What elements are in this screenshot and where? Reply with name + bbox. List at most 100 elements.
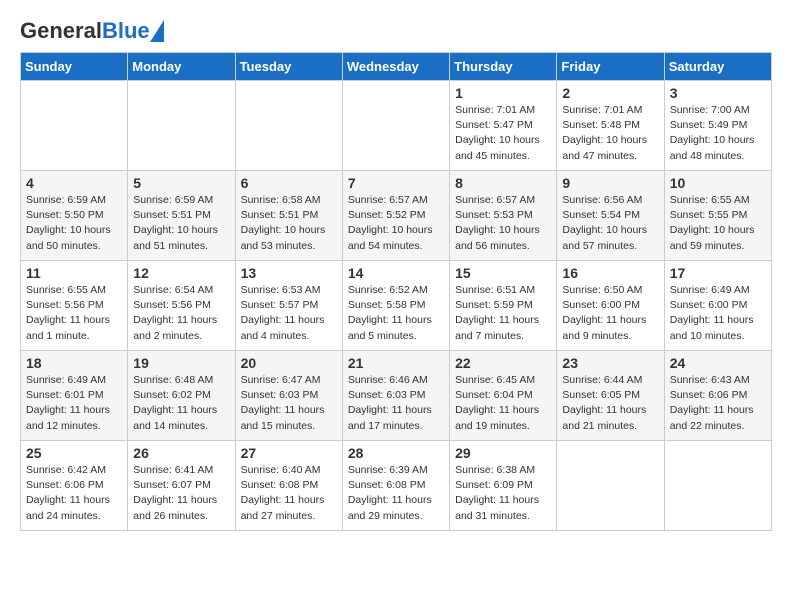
day-number: 9: [562, 175, 658, 191]
calendar-cell: [664, 441, 771, 531]
calendar-week-row: 4 Sunrise: 6:59 AMSunset: 5:50 PMDaylight…: [21, 171, 772, 261]
calendar-cell: 7 Sunrise: 6:57 AMSunset: 5:52 PMDaylight…: [342, 171, 449, 261]
calendar-table: SundayMondayTuesdayWednesdayThursdayFrid…: [20, 52, 772, 531]
logo-general: General: [20, 18, 102, 43]
calendar-cell: [342, 81, 449, 171]
calendar-cell: [235, 81, 342, 171]
calendar-cell: 21 Sunrise: 6:46 AMSunset: 6:03 PMDayligh…: [342, 351, 449, 441]
day-number: 3: [670, 85, 766, 101]
day-info: Sunrise: 6:53 AMSunset: 5:57 PMDaylight:…: [241, 283, 337, 344]
calendar-cell: 23 Sunrise: 6:44 AMSunset: 6:05 PMDayligh…: [557, 351, 664, 441]
day-info: Sunrise: 6:59 AMSunset: 5:50 PMDaylight:…: [26, 193, 122, 254]
day-number: 16: [562, 265, 658, 281]
day-info: Sunrise: 6:44 AMSunset: 6:05 PMDaylight:…: [562, 373, 658, 434]
calendar-cell: 20 Sunrise: 6:47 AMSunset: 6:03 PMDayligh…: [235, 351, 342, 441]
calendar-cell: 24Sunrise: 6:43 AMSunset: 6:06 PMDayligh…: [664, 351, 771, 441]
day-number: 14: [348, 265, 444, 281]
day-number: 6: [241, 175, 337, 191]
calendar-cell: 1Sunrise: 7:01 AMSunset: 5:47 PMDaylight…: [450, 81, 557, 171]
day-number: 12: [133, 265, 229, 281]
day-number: 4: [26, 175, 122, 191]
day-info: Sunrise: 7:01 AMSunset: 5:48 PMDaylight:…: [562, 103, 658, 164]
calendar-cell: 25Sunrise: 6:42 AMSunset: 6:06 PMDayligh…: [21, 441, 128, 531]
calendar-cell: [128, 81, 235, 171]
calendar-week-row: 18Sunrise: 6:49 AMSunset: 6:01 PMDayligh…: [21, 351, 772, 441]
calendar-cell: 2 Sunrise: 7:01 AMSunset: 5:48 PMDaylight…: [557, 81, 664, 171]
day-number: 24: [670, 355, 766, 371]
day-number: 8: [455, 175, 551, 191]
day-number: 11: [26, 265, 122, 281]
header-tuesday: Tuesday: [235, 53, 342, 81]
header-sunday: Sunday: [21, 53, 128, 81]
day-info: Sunrise: 6:40 AMSunset: 6:08 PMDaylight:…: [241, 463, 337, 524]
day-number: 22: [455, 355, 551, 371]
header-saturday: Saturday: [664, 53, 771, 81]
day-number: 20: [241, 355, 337, 371]
calendar-cell: 16 Sunrise: 6:50 AMSunset: 6:00 PMDayligh…: [557, 261, 664, 351]
calendar-cell: 27 Sunrise: 6:40 AMSunset: 6:08 PMDayligh…: [235, 441, 342, 531]
day-info: Sunrise: 6:52 AMSunset: 5:58 PMDaylight:…: [348, 283, 444, 344]
day-info: Sunrise: 6:55 AMSunset: 5:55 PMDaylight:…: [670, 193, 766, 254]
calendar-header-row: SundayMondayTuesdayWednesdayThursdayFrid…: [21, 53, 772, 81]
calendar-cell: 15 Sunrise: 6:51 AMSunset: 5:59 PMDayligh…: [450, 261, 557, 351]
day-info: Sunrise: 6:48 AMSunset: 6:02 PMDaylight:…: [133, 373, 229, 434]
calendar-cell: 17 Sunrise: 6:49 AMSunset: 6:00 PMDayligh…: [664, 261, 771, 351]
calendar-cell: 10 Sunrise: 6:55 AMSunset: 5:55 PMDayligh…: [664, 171, 771, 261]
calendar-cell: 13 Sunrise: 6:53 AMSunset: 5:57 PMDayligh…: [235, 261, 342, 351]
day-info: Sunrise: 6:58 AMSunset: 5:51 PMDaylight:…: [241, 193, 337, 254]
day-number: 17: [670, 265, 766, 281]
day-info: Sunrise: 6:59 AMSunset: 5:51 PMDaylight:…: [133, 193, 229, 254]
header-wednesday: Wednesday: [342, 53, 449, 81]
calendar-cell: 22 Sunrise: 6:45 AMSunset: 6:04 PMDayligh…: [450, 351, 557, 441]
day-info: Sunrise: 6:38 AMSunset: 6:09 PMDaylight:…: [455, 463, 551, 524]
calendar-cell: 8 Sunrise: 6:57 AMSunset: 5:53 PMDaylight…: [450, 171, 557, 261]
day-number: 18: [26, 355, 122, 371]
day-number: 26: [133, 445, 229, 461]
day-info: Sunrise: 6:55 AMSunset: 5:56 PMDaylight:…: [26, 283, 122, 344]
calendar-cell: 28 Sunrise: 6:39 AMSunset: 6:08 PMDayligh…: [342, 441, 449, 531]
logo: GeneralBlue: [20, 20, 164, 42]
day-number: 2: [562, 85, 658, 101]
calendar-cell: 14 Sunrise: 6:52 AMSunset: 5:58 PMDayligh…: [342, 261, 449, 351]
page-header: GeneralBlue: [20, 20, 772, 42]
day-number: 13: [241, 265, 337, 281]
calendar-cell: 3Sunrise: 7:00 AMSunset: 5:49 PMDaylight…: [664, 81, 771, 171]
day-number: 15: [455, 265, 551, 281]
calendar-cell: 6 Sunrise: 6:58 AMSunset: 5:51 PMDaylight…: [235, 171, 342, 261]
day-info: Sunrise: 6:54 AMSunset: 5:56 PMDaylight:…: [133, 283, 229, 344]
day-info: Sunrise: 6:50 AMSunset: 6:00 PMDaylight:…: [562, 283, 658, 344]
calendar-cell: 11 Sunrise: 6:55 AMSunset: 5:56 PMDayligh…: [21, 261, 128, 351]
day-number: 23: [562, 355, 658, 371]
day-info: Sunrise: 6:45 AMSunset: 6:04 PMDaylight:…: [455, 373, 551, 434]
day-number: 19: [133, 355, 229, 371]
day-info: Sunrise: 6:57 AMSunset: 5:52 PMDaylight:…: [348, 193, 444, 254]
day-number: 25: [26, 445, 122, 461]
day-number: 10: [670, 175, 766, 191]
calendar-cell: 19 Sunrise: 6:48 AMSunset: 6:02 PMDayligh…: [128, 351, 235, 441]
calendar-cell: 29 Sunrise: 6:38 AMSunset: 6:09 PMDayligh…: [450, 441, 557, 531]
calendar-cell: 4 Sunrise: 6:59 AMSunset: 5:50 PMDaylight…: [21, 171, 128, 261]
day-info: Sunrise: 6:41 AMSunset: 6:07 PMDaylight:…: [133, 463, 229, 524]
day-number: 28: [348, 445, 444, 461]
calendar-week-row: 1Sunrise: 7:01 AMSunset: 5:47 PMDaylight…: [21, 81, 772, 171]
header-monday: Monday: [128, 53, 235, 81]
day-number: 27: [241, 445, 337, 461]
day-number: 29: [455, 445, 551, 461]
day-info: Sunrise: 6:39 AMSunset: 6:08 PMDaylight:…: [348, 463, 444, 524]
calendar-cell: 18Sunrise: 6:49 AMSunset: 6:01 PMDayligh…: [21, 351, 128, 441]
day-info: Sunrise: 6:56 AMSunset: 5:54 PMDaylight:…: [562, 193, 658, 254]
header-friday: Friday: [557, 53, 664, 81]
logo-icon: [150, 20, 164, 42]
day-info: Sunrise: 6:47 AMSunset: 6:03 PMDaylight:…: [241, 373, 337, 434]
day-number: 7: [348, 175, 444, 191]
day-number: 21: [348, 355, 444, 371]
day-info: Sunrise: 6:46 AMSunset: 6:03 PMDaylight:…: [348, 373, 444, 434]
day-number: 1: [455, 85, 551, 101]
calendar-cell: 5Sunrise: 6:59 AMSunset: 5:51 PMDaylight…: [128, 171, 235, 261]
calendar-cell: 12 Sunrise: 6:54 AMSunset: 5:56 PMDayligh…: [128, 261, 235, 351]
day-info: Sunrise: 6:49 AMSunset: 6:00 PMDaylight:…: [670, 283, 766, 344]
day-info: Sunrise: 6:57 AMSunset: 5:53 PMDaylight:…: [455, 193, 551, 254]
day-info: Sunrise: 6:51 AMSunset: 5:59 PMDaylight:…: [455, 283, 551, 344]
logo-text: GeneralBlue: [20, 20, 150, 42]
header-thursday: Thursday: [450, 53, 557, 81]
